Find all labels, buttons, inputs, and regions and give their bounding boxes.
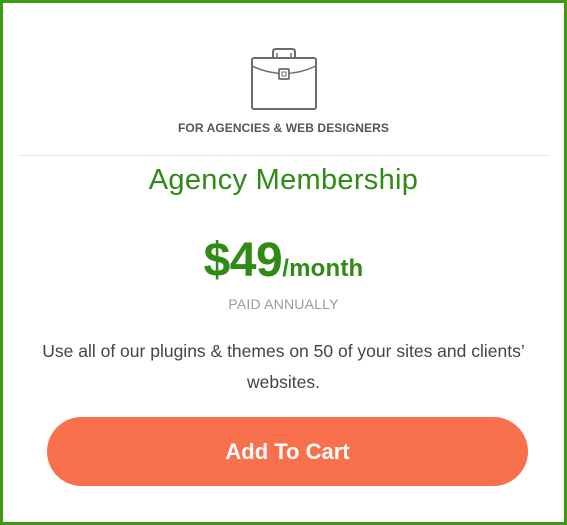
plan-description: Use all of our plugins & themes on 50 of… [42,341,525,392]
price-period: /month [282,255,364,282]
price: $49/month [3,237,564,285]
price-amount: $49 [203,234,283,287]
billing-note: PAID ANNUALLY [228,296,339,312]
plan-audience-label: FOR AGENCIES & WEB DESIGNERS [177,121,390,135]
add-to-cart-button[interactable]: Add To Cart [47,417,528,486]
plan-title: Agency Membership [148,164,419,196]
plan-icon-container [3,43,564,113]
pricing-card: FOR AGENCIES & WEB DESIGNERS Agency Memb… [0,0,567,525]
briefcase-icon [250,48,317,110]
header-divider [20,155,549,156]
